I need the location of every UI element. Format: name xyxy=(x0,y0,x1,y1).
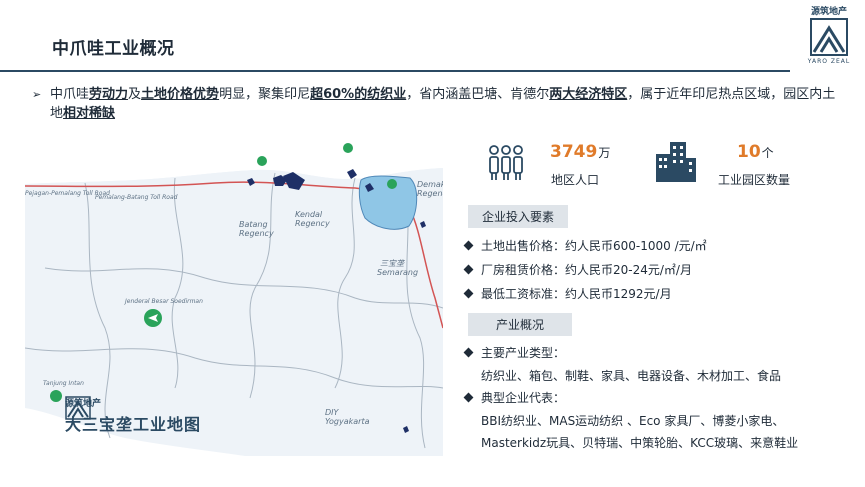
intro-text: 中爪哇劳动力及土地价格优势明显，聚集印尼超60%的纺织业，省内涵盖巴塘、肯德尔两… xyxy=(50,85,838,123)
investment-item: 最低工资标准：约人民币1292元/月 xyxy=(463,285,672,302)
intro-segment: 及 xyxy=(128,87,142,102)
stat-parks-value: 10个 xyxy=(737,142,774,162)
intro-paragraph: ➢ 中爪哇劳动力及土地价格优势明显，聚集印尼超60%的纺织业，省内涵盖巴塘、肯德… xyxy=(32,85,838,123)
diamond-bullet-icon xyxy=(463,392,474,403)
investment-item: 土地出售价格：约人民币600-1000 /元/㎡ xyxy=(463,237,707,254)
industry-heading: 产业概况 xyxy=(468,313,573,336)
map-label-toll2: Pemalang-Batang Toll Road xyxy=(95,194,178,201)
investment-item-text: 土地出售价格：约人民币600-1000 /元/㎡ xyxy=(481,239,707,253)
intro-highlight: 劳动力 xyxy=(89,87,129,102)
stat-population-unit: 万 xyxy=(598,146,611,160)
map-label-demak: Demak Regency xyxy=(417,180,443,198)
diamond-bullet-icon xyxy=(463,264,474,275)
intro-highlight: 超60%的纺织业 xyxy=(310,87,407,102)
diamond-bullet-icon xyxy=(463,347,474,358)
map-label-airport: Jenderal Besar Soedirman xyxy=(125,298,203,305)
industry-rep-line1: BBI纺织业、MAS运动纺织 、Eco 家具厂、博菱小家电、 xyxy=(481,414,785,428)
people-icon xyxy=(489,145,523,180)
map-legend: 源筑地产 大三宝垄工业地图 xyxy=(65,396,201,435)
arrow-bullet-icon: ➢ xyxy=(32,88,42,101)
investment-item-text: 厂房租赁价格：约人民币20-24元/㎡/月 xyxy=(481,263,692,277)
industry-main-label: 主要产业类型： xyxy=(463,344,566,361)
map-label-semarang: Semarang xyxy=(377,268,419,277)
map-label-kendal: Kendal Regency xyxy=(295,210,330,228)
industry-rep-line2: Masterkidz玩具、贝特瑞、中策轮胎、KCC玻璃、来意鞋业 xyxy=(481,436,799,450)
industry-rep-label-text: 典型企业代表： xyxy=(481,391,566,405)
investment-item: 厂房租赁价格：约人民币20-24元/㎡/月 xyxy=(463,261,692,278)
company-logo: 源筑地产 YARO ZEAL xyxy=(796,4,862,66)
stat-parks-label: 工业园区数量 xyxy=(718,173,791,187)
map-label-batang: Batang Regency xyxy=(239,220,274,238)
intro-segment: ，省内涵盖巴塘、肯德尔 xyxy=(406,87,550,102)
logo-mark-icon xyxy=(810,18,848,56)
stat-population-number: 3749 xyxy=(550,142,598,162)
page-title: 中爪哇工业概况 xyxy=(52,39,175,59)
logo-text: 源筑地产 xyxy=(810,7,847,17)
buildings-icon xyxy=(656,142,696,182)
industry-main-label-text: 主要产业类型： xyxy=(481,346,566,360)
stat-population-value: 3749万 xyxy=(550,142,610,162)
stat-population-label: 地区人口 xyxy=(551,173,600,187)
title-divider xyxy=(0,70,790,72)
map-label-diy: DIY Yogyakarta xyxy=(325,408,370,426)
industry-rep-label: 典型企业代表： xyxy=(463,389,566,406)
intro-segment: 明显，聚集印尼 xyxy=(219,87,311,102)
stat-parks-unit: 个 xyxy=(761,146,774,160)
intro-highlight: 相对稀缺 xyxy=(63,106,116,121)
industry-main-text: 纺织业、箱包、制鞋、家具、电器设备、木材加工、食品 xyxy=(481,369,782,383)
intro-segment: 中爪哇 xyxy=(50,87,90,102)
diamond-bullet-icon xyxy=(463,288,474,299)
diamond-bullet-icon xyxy=(463,240,474,251)
map-logo-icon xyxy=(65,396,91,420)
investment-heading: 企业投入要素 xyxy=(468,205,569,228)
logo-subtitle: YARO ZEAL xyxy=(807,58,851,65)
intro-highlight: 两大经济特区 xyxy=(549,87,628,102)
investment-item-text: 最低工资标准：约人民币1292元/月 xyxy=(481,287,672,301)
intro-highlight: 土地价格优势 xyxy=(141,87,220,102)
stat-parks-number: 10 xyxy=(737,142,761,162)
industrial-map: Pejagan-Pemalang Toll Road Pemalang-Bata… xyxy=(25,128,443,456)
map-label-port: Tanjung Intan xyxy=(43,380,84,387)
